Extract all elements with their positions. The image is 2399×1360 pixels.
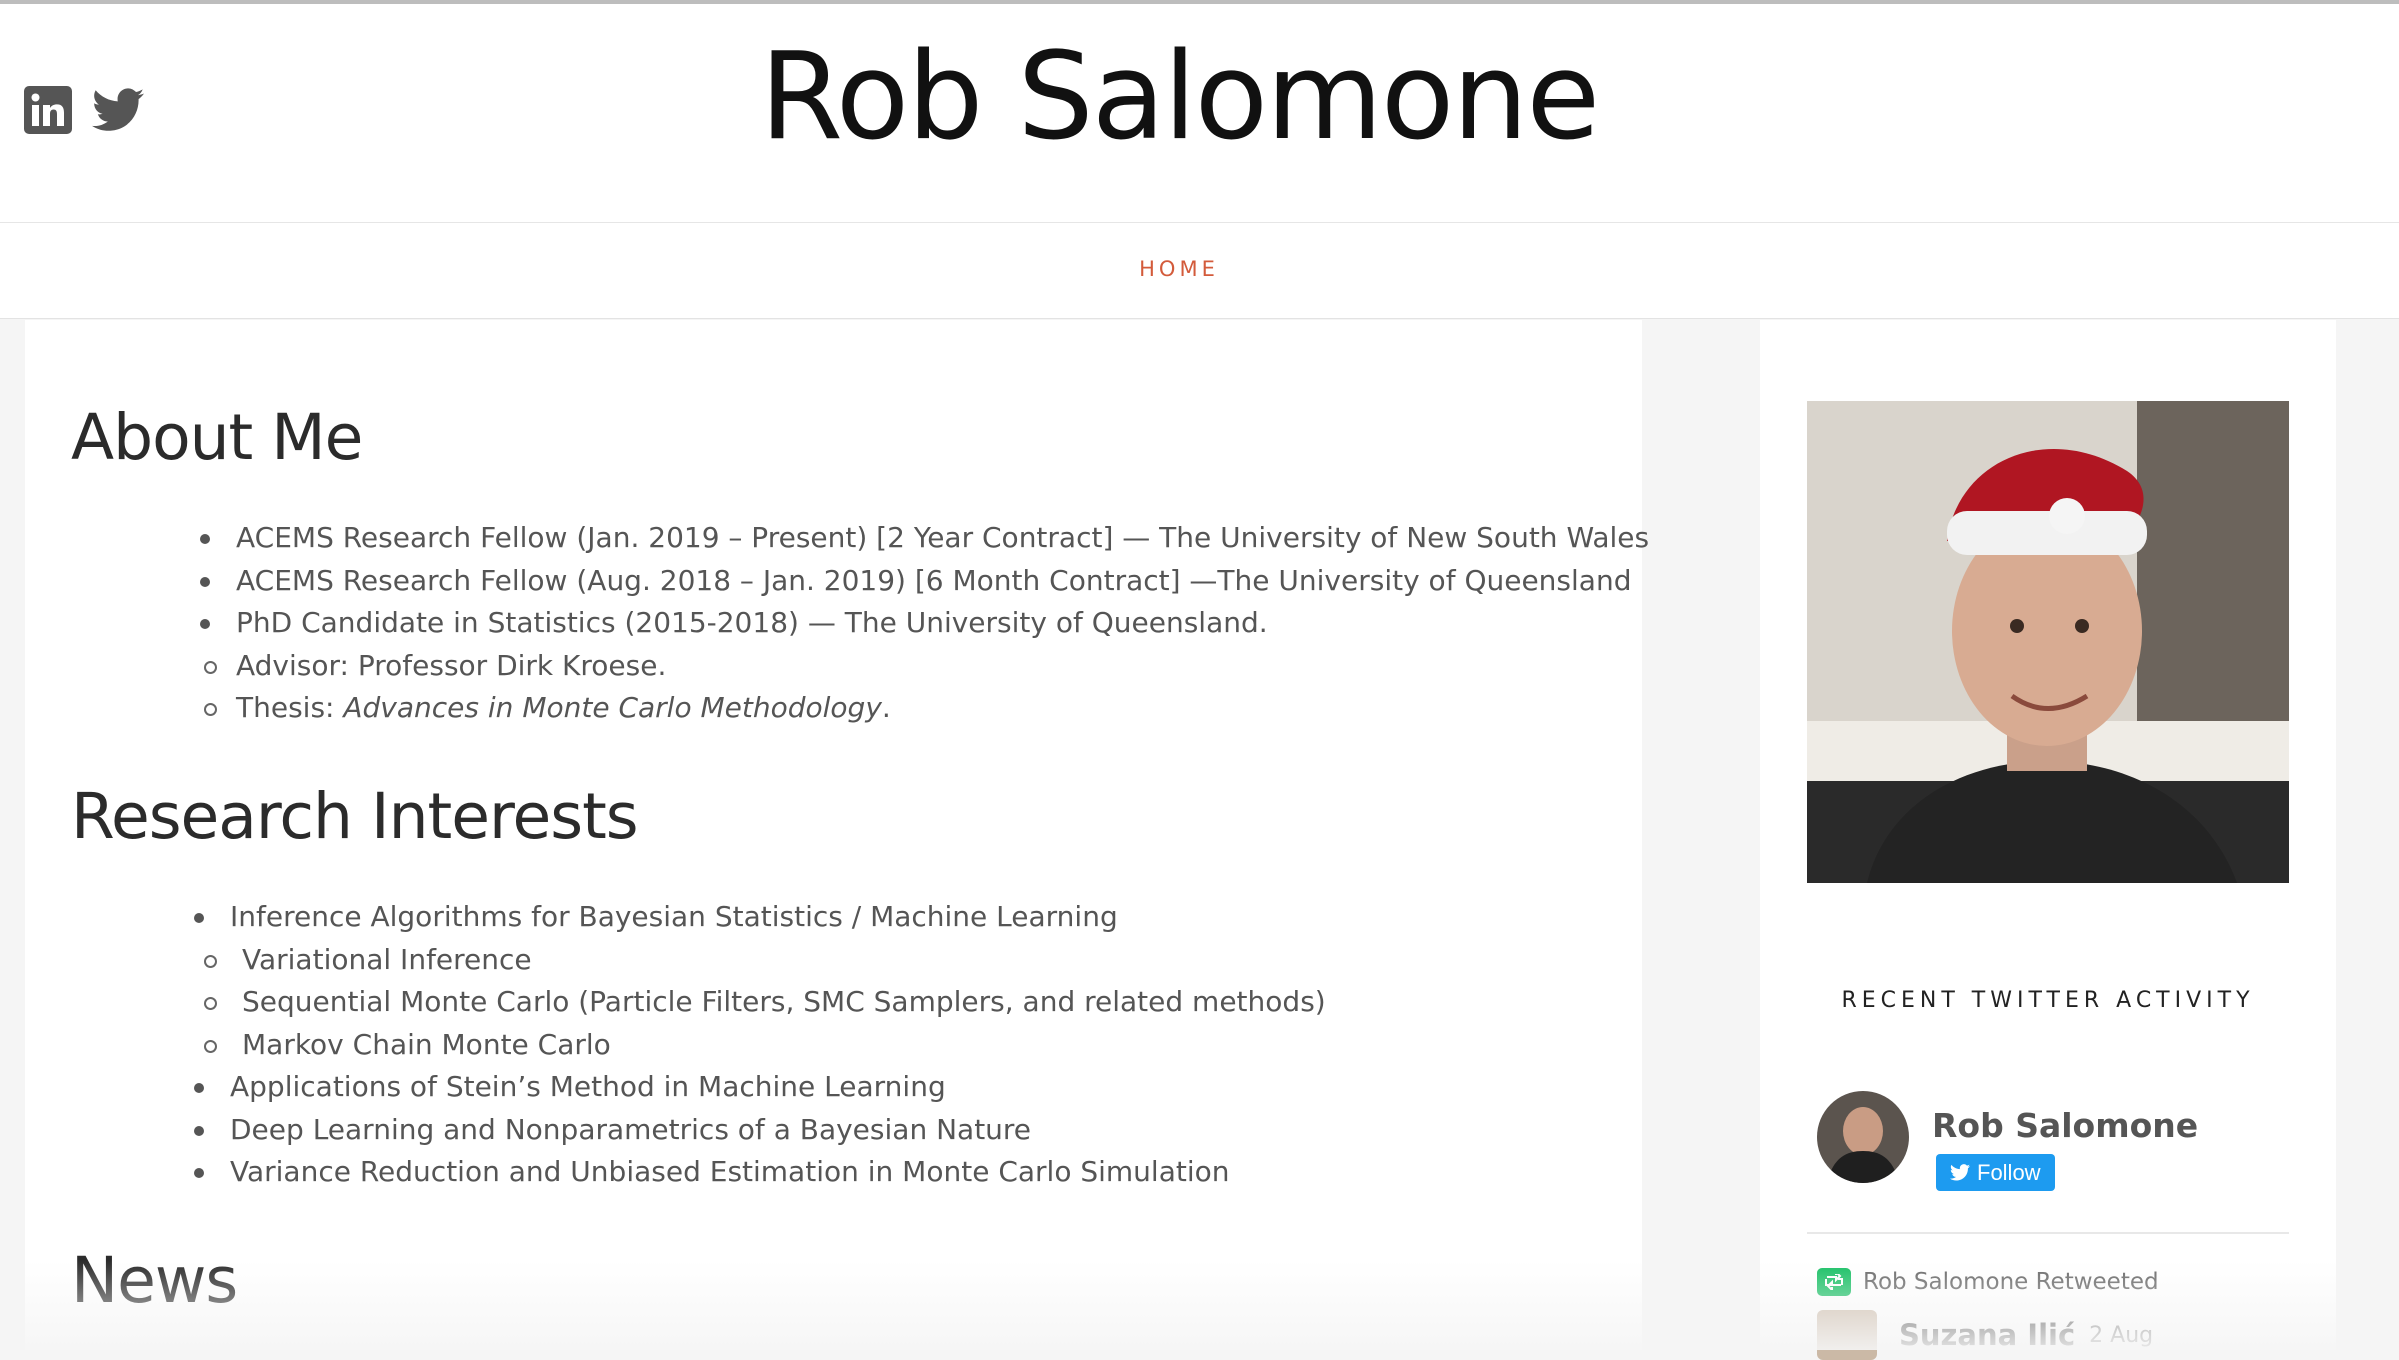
nav-item-home[interactable]: HOME bbox=[0, 257, 2358, 281]
retweet-label: Rob Salomone Retweeted bbox=[1863, 1269, 2159, 1295]
site-title[interactable]: Rob Salomone bbox=[0, 28, 2358, 167]
tweet-date[interactable]: 2 Aug bbox=[2089, 1323, 2153, 1348]
widget-title: RECENT TWITTER ACTIVITY bbox=[1841, 988, 2255, 1013]
thesis-prefix: Thesis: bbox=[236, 691, 344, 724]
content-area: About Me ACEMS Research Fellow (Jan. 201… bbox=[25, 320, 1649, 1350]
about-list: ACEMS Research Fellow (Jan. 2019 – Prese… bbox=[199, 517, 1649, 730]
follow-label: Follow bbox=[1977, 1159, 2041, 1185]
twitter-bird-icon bbox=[1950, 1164, 1970, 1181]
list-item: Inference Algorithms for Bayesian Statis… bbox=[194, 896, 1326, 939]
list-item: Variance Reduction and Unbiased Estimati… bbox=[194, 1151, 1326, 1194]
twitter-profile-name[interactable]: Rob Salomone bbox=[1932, 1106, 2198, 1145]
tweet-header: Suzana Ilić 2 Aug bbox=[1817, 1310, 2153, 1360]
list-item: Deep Learning and Nonparametrics of a Ba… bbox=[194, 1109, 1326, 1152]
about-heading: About Me bbox=[71, 401, 363, 474]
list-item: Applications of Stein’s Method in Machin… bbox=[194, 1066, 1326, 1109]
advisor-text: Advisor: Professor Dirk Kroese. bbox=[236, 648, 667, 682]
retweet-indicator: Rob Salomone Retweeted bbox=[1817, 1268, 2159, 1296]
follow-button[interactable]: Follow bbox=[1936, 1154, 2055, 1191]
tweet-author-name[interactable]: Suzana Ilić bbox=[1899, 1318, 2075, 1352]
thesis-title: Advances in Monte Carlo Methodology bbox=[343, 691, 882, 724]
list-item: ACEMS Research Fellow (Jan. 2019 – Prese… bbox=[199, 517, 1649, 560]
list-item: Advisor: Professor Dirk Kroese. bbox=[124, 645, 1649, 688]
research-heading: Research Interests bbox=[71, 780, 639, 853]
list-item: Thesis: Advances in Monte Carlo Methodol… bbox=[124, 687, 1649, 730]
site-header: Rob Salomone bbox=[0, 4, 2399, 223]
list-item: Variational Inference bbox=[124, 939, 1326, 982]
divider bbox=[1807, 1232, 2289, 1234]
retweet-icon bbox=[1817, 1268, 1851, 1296]
news-heading: News bbox=[71, 1244, 238, 1317]
research-list: Inference Algorithms for Bayesian Statis… bbox=[194, 896, 1326, 1194]
avatar[interactable] bbox=[1817, 1091, 1909, 1183]
list-item: PhD Candidate in Statistics (2015-2018) … bbox=[199, 602, 1649, 645]
thesis-suffix: . bbox=[881, 691, 891, 724]
tweet-author-avatar[interactable] bbox=[1817, 1310, 1877, 1360]
sidebar: RECENT TWITTER ACTIVITY Rob Salomone Fol… bbox=[1760, 320, 2336, 1350]
profile-photo bbox=[1807, 401, 2289, 883]
list-item: Sequential Monte Carlo (Particle Filters… bbox=[124, 981, 1326, 1024]
list-item: ACEMS Research Fellow (Aug. 2018 – Jan. … bbox=[199, 560, 1649, 603]
main-nav: HOME bbox=[0, 223, 2399, 319]
list-item: Markov Chain Monte Carlo bbox=[124, 1024, 1326, 1067]
